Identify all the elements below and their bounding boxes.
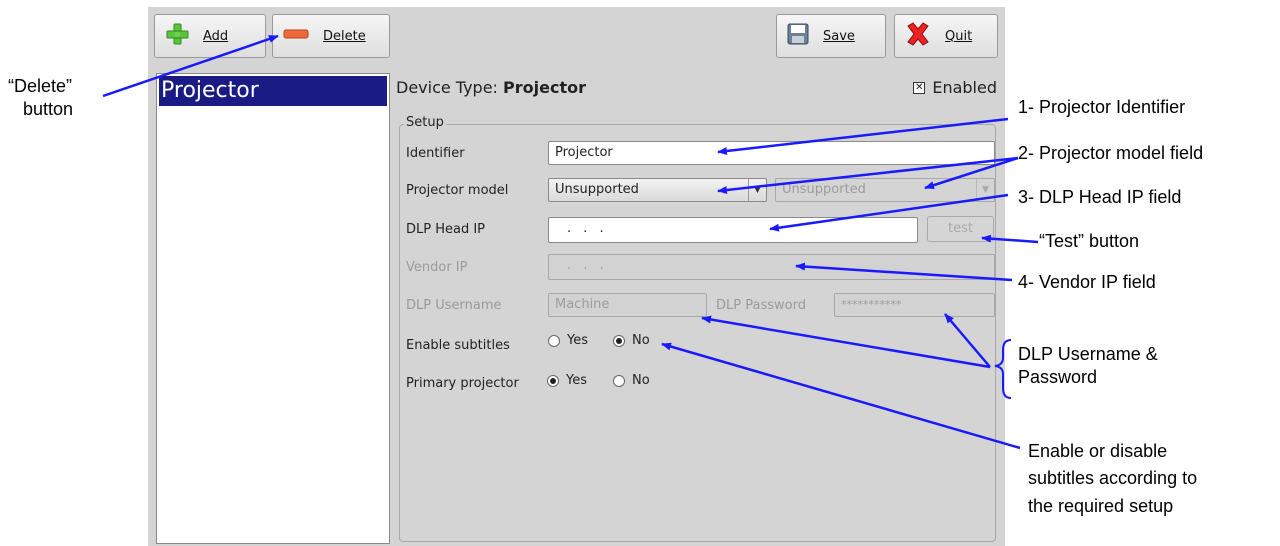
delete-annotation-line1: “Delete” xyxy=(8,76,73,96)
delete-annotation-line2: button xyxy=(23,99,74,119)
subtitles-annotation-line3: the required setup xyxy=(1028,496,1174,516)
test-annotation: “Test” button xyxy=(1039,231,1140,251)
vendor-pointer-arrow xyxy=(795,262,1013,282)
subtitles-annotation-line1: Enable or disable xyxy=(1028,441,1168,461)
userpass-annotation-line2: Password xyxy=(1018,367,1098,387)
username-pointer-arrow xyxy=(701,315,991,369)
model-annotation: 2- Projector model field xyxy=(1018,143,1204,163)
password-pointer-arrow xyxy=(944,313,991,368)
userpass-brace xyxy=(994,339,1012,399)
identifier-annotation: 1- Projector Identifier xyxy=(1018,97,1186,117)
dlp-head-pointer-arrow xyxy=(769,193,1009,232)
test-pointer-arrow xyxy=(981,234,1039,244)
subtitles-pointer-arrow xyxy=(661,342,1021,450)
vendor-annotation: 4- Vendor IP field xyxy=(1018,272,1156,292)
dlp-head-annotation: 3- DLP Head IP field xyxy=(1018,187,1182,207)
userpass-annotation-line1: DLP Username & xyxy=(1018,344,1158,364)
identifier-pointer-arrow xyxy=(717,117,1009,155)
subtitles-annotation-line2: subtitles according to xyxy=(1028,468,1198,488)
model-pointer-arrow-1 xyxy=(717,156,1019,194)
delete-pointer-arrow xyxy=(102,34,279,98)
